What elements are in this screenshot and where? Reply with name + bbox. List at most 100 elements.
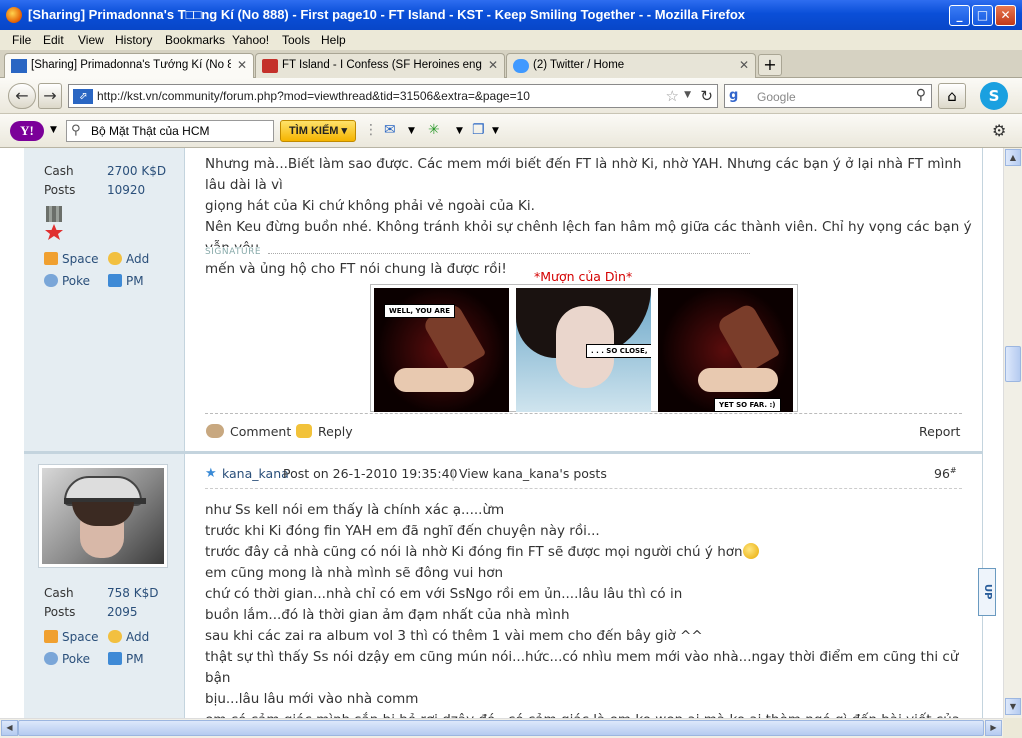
column-divider	[184, 148, 185, 718]
space-link[interactable]: Space	[44, 252, 99, 266]
menu-view[interactable]: View	[78, 33, 104, 47]
navigation-toolbar: ← → ⬀ http://kst.vn/community/forum.php?…	[0, 78, 1022, 114]
view-author-posts-link[interactable]: View kana_kana's posts	[459, 466, 607, 481]
post-timestamp: Post on 26-1-2010 19:35:40	[283, 466, 458, 481]
minimize-button[interactable]: _	[949, 5, 970, 26]
mail-dropdown-icon[interactable]: ▼	[408, 126, 415, 136]
answers-icon[interactable]: ✳	[428, 122, 440, 138]
stat-value[interactable]: 758 K$D	[107, 586, 158, 600]
vertical-scrollbar[interactable]: ▲ ▼	[1003, 148, 1022, 718]
google-engine-icon[interactable]: g	[729, 88, 738, 103]
history-dropdown-icon[interactable]: ▼	[684, 90, 691, 100]
reload-icon[interactable]: ↻	[700, 87, 713, 105]
url-text[interactable]: http://kst.vn/community/forum.php?mod=vi…	[97, 89, 530, 103]
post-line: buồn lắm...đó là thời gian ảm đạm nhất c…	[205, 607, 570, 623]
close-window-button[interactable]: ✕	[995, 5, 1016, 26]
home-icon	[44, 630, 58, 643]
yahoo-search-input[interactable]: ⚲ Bộ Mặt Thật của HCM	[66, 120, 274, 142]
close-tab-icon[interactable]: ✕	[488, 58, 498, 72]
home-icon: ⌂	[947, 87, 957, 105]
maximize-button[interactable]: □	[972, 5, 993, 26]
stat-value[interactable]: 2700 K$D	[107, 164, 166, 178]
reply-bubble-icon	[296, 424, 312, 438]
scroll-right-arrow-icon[interactable]: ▶	[985, 720, 1002, 736]
hand-figure	[698, 368, 778, 392]
bookmarks-dropdown-icon[interactable]: ▼	[492, 126, 499, 136]
menu-help[interactable]: Help	[321, 33, 346, 47]
tab-label: [Sharing] Primadonna's Tướng Kí (No 888.…	[31, 59, 231, 71]
post-line: bịu...lâu lâu mới vào nhà comm	[205, 691, 419, 707]
menu-bookmarks[interactable]: Bookmarks	[165, 33, 225, 47]
menu-file[interactable]: File	[12, 33, 31, 47]
stat-label: Cash	[44, 586, 74, 600]
comment-label: Comment	[230, 424, 292, 439]
search-box[interactable]: g Google ⚲	[724, 84, 932, 108]
window-title-bar[interactable]: [Sharing] Primadonna's T□□ng Kí (No 888)…	[0, 0, 1022, 30]
horizontal-scrollbar[interactable]: ◀ ▶	[0, 718, 1003, 738]
signature-comic-image: WELL, YOU ARE . . . SO CLOSE, YET SO FAR…	[370, 284, 798, 412]
mail-icon[interactable]: ✉	[384, 122, 396, 138]
pm-link[interactable]: PM	[108, 652, 144, 666]
post-line: trước đây cả nhà cũng có nói là nhờ Ki đ…	[205, 542, 975, 563]
menu-yahoo[interactable]: Yahoo!	[232, 33, 269, 47]
floor-number[interactable]: 96#	[934, 466, 957, 481]
scroll-up-arrow-icon[interactable]: ▲	[1005, 149, 1021, 166]
address-bar[interactable]: ⬀ http://kst.vn/community/forum.php?mod=…	[68, 84, 718, 108]
add-friend-link[interactable]: Add	[108, 252, 149, 266]
post-border	[982, 148, 983, 718]
yahoo-logo-icon[interactable]: Y!	[10, 121, 44, 141]
space-link[interactable]: Space	[44, 630, 99, 644]
stat-value[interactable]: 2095	[107, 605, 138, 619]
forward-button[interactable]: →	[38, 83, 62, 109]
add-friend-link[interactable]: Add	[108, 630, 149, 644]
scroll-left-arrow-icon[interactable]: ◀	[1, 720, 18, 736]
reply-button[interactable]: Reply	[296, 424, 353, 439]
close-tab-icon[interactable]: ✕	[739, 58, 749, 72]
back-button[interactable]: ←	[8, 83, 36, 109]
scroll-down-arrow-icon[interactable]: ▼	[1005, 698, 1021, 715]
twitter-icon	[513, 59, 529, 73]
stat-value[interactable]: 10920	[107, 183, 145, 197]
avatar[interactable]	[38, 464, 168, 568]
yahoo-menu-dropdown-icon[interactable]: ▼	[50, 125, 57, 135]
search-magnifier-icon[interactable]: ⚲	[916, 87, 926, 103]
home-button[interactable]: ⌂	[938, 83, 966, 109]
author-link[interactable]: kana_kana	[222, 466, 289, 481]
medal-icon[interactable]	[44, 206, 64, 240]
poke-icon	[44, 652, 58, 665]
poke-link[interactable]: Poke	[44, 274, 90, 288]
menu-history[interactable]: History	[115, 33, 152, 47]
close-tab-icon[interactable]: ✕	[237, 58, 247, 72]
report-button[interactable]: Report	[919, 424, 960, 439]
tab-bar: [Sharing] Primadonna's Tướng Kí (No 888.…	[0, 50, 1022, 79]
firefox-icon	[6, 7, 22, 23]
pm-link[interactable]: PM	[108, 274, 144, 288]
comment-button[interactable]: Comment	[206, 424, 291, 439]
site-identity-icon[interactable]: ⬀	[73, 89, 93, 104]
action-label: Poke	[62, 652, 91, 666]
menu-edit[interactable]: Edit	[43, 33, 64, 47]
post-line: sau khi các zai ra album vol 3 thì có th…	[205, 628, 703, 644]
tab-twitter[interactable]: (2) Twitter / Home ✕	[506, 53, 756, 78]
scroll-to-top-button[interactable]: UP	[978, 568, 996, 616]
tab-kst-forum[interactable]: [Sharing] Primadonna's Tướng Kí (No 888.…	[4, 53, 254, 79]
skype-icon[interactable]: S	[980, 82, 1008, 110]
mail-icon	[108, 274, 122, 287]
yahoo-search-button[interactable]: TÌM KIẾM ▾	[280, 120, 356, 142]
action-label: Add	[126, 252, 150, 266]
yahoo-search-value[interactable]: Bộ Mặt Thật của HCM	[91, 124, 210, 138]
menu-tools[interactable]: Tools	[282, 33, 310, 47]
tab-label: FT Island - I Confess (SF Heroines engli…	[282, 59, 482, 71]
signature-divider	[268, 253, 750, 254]
speech-bubble: WELL, YOU ARE	[384, 304, 456, 318]
bookmark-star-icon[interactable]: ☆	[666, 87, 679, 105]
horizontal-scroll-thumb[interactable]	[18, 720, 984, 736]
settings-gear-icon[interactable]: ⚙	[992, 121, 1006, 140]
new-tab-button[interactable]: +	[758, 54, 782, 76]
bookmarks-icon[interactable]: ❐	[472, 122, 485, 138]
tab-youtube[interactable]: FT Island - I Confess (SF Heroines engli…	[255, 53, 505, 78]
answers-dropdown-icon[interactable]: ▼	[456, 126, 463, 136]
poke-link[interactable]: Poke	[44, 652, 90, 666]
youtube-icon	[262, 59, 278, 73]
vertical-scroll-thumb[interactable]	[1005, 346, 1021, 382]
